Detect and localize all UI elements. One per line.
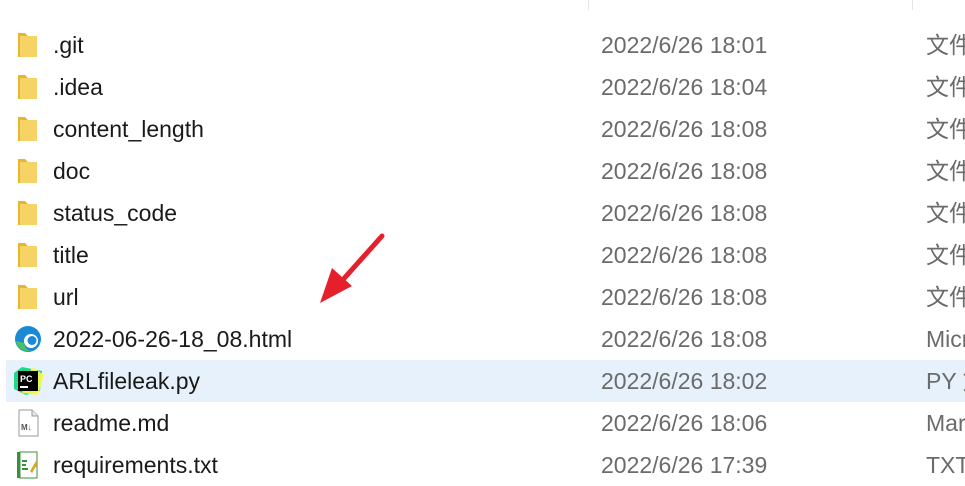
file-type: 文件夹: [926, 116, 965, 142]
file-date-modified: 2022/6/26 18:08: [601, 116, 768, 142]
file-type: 文件夹: [926, 284, 965, 310]
markdown-file-icon: M↓: [18, 409, 39, 437]
folder-icon: [18, 243, 37, 267]
folder-icon: [18, 117, 37, 141]
folder-icon: [18, 285, 37, 309]
file-row-doc[interactable]: doc 2022/6/26 18:08 文件夹: [0, 150, 965, 192]
file-row-content-length[interactable]: content_length 2022/6/26 18:08 文件夹: [0, 108, 965, 150]
file-date-modified: 2022/6/26 18:02: [601, 368, 768, 394]
file-type: 文件夹: [926, 74, 965, 100]
file-type: 文件夹: [926, 158, 965, 184]
file-date-modified: 2022/6/26 18:08: [601, 326, 768, 352]
file-name: status_code: [53, 200, 178, 226]
file-type: TXT 文件: [926, 452, 965, 478]
text-file-icon: [17, 451, 38, 479]
file-type: 文件夹: [926, 242, 965, 268]
file-date-modified: 2022/6/26 18:08: [601, 242, 768, 268]
file-type: PY 文件: [926, 368, 965, 394]
file-row-arlfileleak[interactable]: PC ARLfileleak.py 2022/6/26 18:02 PY 文件: [0, 360, 965, 402]
file-name: title: [53, 242, 89, 268]
file-name: .idea: [53, 74, 103, 100]
file-row-status-code[interactable]: status_code 2022/6/26 18:08 文件夹: [0, 192, 965, 234]
file-type: 文件夹: [926, 32, 965, 58]
file-name: .git: [53, 32, 84, 58]
file-date-modified: 2022/6/26 18:04: [601, 74, 768, 100]
file-row-idea[interactable]: .idea 2022/6/26 18:04 文件夹: [0, 66, 965, 108]
folder-icon: [18, 75, 37, 99]
edge-icon: [15, 326, 41, 352]
file-date-modified: 2022/6/26 18:08: [601, 284, 768, 310]
file-name: readme.md: [53, 410, 170, 436]
file-name: ARLfileleak.py: [53, 368, 201, 394]
file-name: 2022-06-26-18_08.html: [53, 326, 293, 352]
file-row-html[interactable]: 2022-06-26-18_08.html 2022/6/26 18:08 Mi…: [0, 318, 965, 360]
file-row-requirements[interactable]: requirements.txt 2022/6/26 17:39 TXT 文件: [0, 444, 965, 486]
file-type: 文件夹: [926, 200, 965, 226]
file-name: requirements.txt: [53, 452, 218, 478]
file-row-git[interactable]: .git 2022/6/26 18:01 文件夹: [0, 24, 965, 66]
folder-icon: [18, 201, 37, 225]
red-arrow-icon: [320, 233, 385, 303]
folder-icon: [18, 33, 37, 57]
file-type: Microsoft Edge HTML Document: [926, 326, 965, 352]
file-row-title[interactable]: title 2022/6/26 18:08 文件夹: [0, 234, 965, 276]
file-date-modified: 2022/6/26 17:39: [601, 452, 768, 478]
file-date-modified: 2022/6/26 18:06: [601, 410, 768, 436]
pycharm-icon: PC: [14, 367, 44, 395]
file-date-modified: 2022/6/26 18:08: [601, 200, 768, 226]
file-row-readme[interactable]: M↓ readme.md 2022/6/26 18:06 Markdown: [0, 402, 965, 444]
file-name: doc: [53, 158, 91, 184]
file-type: Markdown: [926, 410, 965, 436]
svg-text:PC: PC: [20, 374, 33, 384]
column-separator[interactable]: [912, 0, 913, 10]
file-name: content_length: [53, 116, 204, 142]
column-separator[interactable]: [588, 0, 589, 10]
svg-text:M↓: M↓: [21, 423, 32, 432]
file-row-url[interactable]: url 2022/6/26 18:08 文件夹: [0, 276, 965, 318]
file-name: url: [53, 284, 79, 310]
file-date-modified: 2022/6/26 18:01: [601, 32, 768, 58]
folder-icon: [18, 159, 37, 183]
file-date-modified: 2022/6/26 18:08: [601, 158, 768, 184]
